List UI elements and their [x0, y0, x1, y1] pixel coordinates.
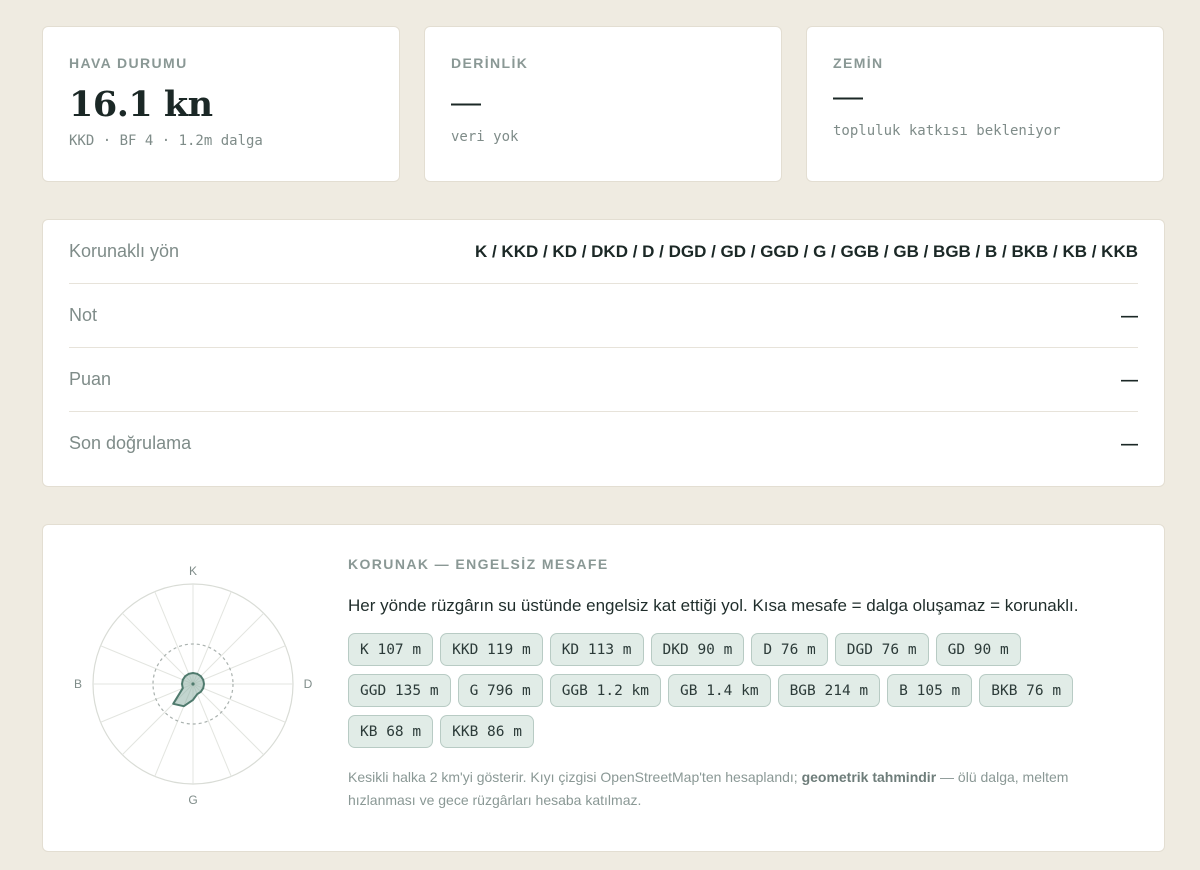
rose-spoke: [121, 612, 194, 685]
detail-row-score: Puan —: [69, 348, 1138, 412]
distance-chip-g: G 796 m: [457, 674, 543, 707]
distance-chip-ggd: GGD 135 m: [348, 674, 451, 707]
distance-chip-dgd: DGD 76 m: [834, 633, 929, 666]
detail-label: Puan: [69, 369, 112, 389]
compass-label-n: K: [189, 564, 197, 578]
distance-chip-d: D 76 m: [751, 633, 828, 666]
distance-chip-kkd: KKD 119 m: [440, 633, 543, 666]
distance-chip-k: K 107 m: [348, 633, 434, 666]
weather-value: 16.1 kn: [69, 84, 213, 125]
ground-value: —: [833, 80, 863, 113]
distance-chip-kd: KD 113 m: [549, 633, 644, 666]
detail-value: —: [1121, 433, 1138, 453]
distance-chip-kkb: KKB 86 m: [440, 715, 534, 748]
ground-sub: topluluk katkısı bekleniyor: [833, 123, 1061, 139]
detail-row-last-verified: Son doğrulama —: [69, 412, 1138, 475]
detail-label: Not: [69, 305, 98, 325]
detail-row-note: Not —: [69, 284, 1138, 348]
distance-chip-bkb: BKB 76 m: [979, 674, 1074, 707]
depth-card: DERİNLİK — veri yok: [424, 26, 782, 182]
distance-chip-kb: KB 68 m: [348, 715, 434, 748]
detail-value: —: [1121, 369, 1138, 389]
rose-spoke: [192, 612, 265, 685]
detail-value: —: [1121, 305, 1138, 325]
depth-sub: veri yok: [451, 129, 519, 145]
distance-chip-gb: GB 1.4 km: [668, 674, 771, 707]
shelter-description: Her yönde rüzgârın su üstünde engelsiz k…: [348, 596, 1079, 615]
distance-chip-b: B 105 m: [887, 674, 973, 707]
compass-label-s: G: [188, 793, 197, 807]
rose-spoke: [192, 683, 265, 756]
weather-card: HAVA DURUMU 16.1 kn KKD · BF 4 · 1.2m da…: [42, 26, 400, 182]
compass-label-w: B: [74, 677, 82, 691]
weather-label: HAVA DURUMU: [69, 55, 188, 71]
distance-chip-ggb: GGB 1.2 km: [549, 674, 661, 707]
details-card: Korunaklı yön K / KKD / KD / DKD / D / D…: [42, 219, 1165, 487]
weather-sub: KKD · BF 4 · 1.2m dalga: [69, 133, 263, 149]
shelter-card: K G D B KORUNAK — ENGELSİZ MESAFE Her yönde…: [42, 524, 1165, 852]
detail-row-protected-direction: Korunaklı yön K / KKD / KD / DKD / D / D…: [69, 220, 1138, 284]
rose-center-dot: [191, 682, 195, 686]
shelter-title: KORUNAK — ENGELSİZ MESAFE: [348, 556, 609, 572]
distance-chip-gd: GD 90 m: [935, 633, 1021, 666]
detail-label: Son doğrulama: [69, 433, 192, 453]
depth-label: DERİNLİK: [451, 55, 529, 71]
detail-value: K / KKD / KD / DKD / D / DGD / GD / GGD …: [474, 241, 1138, 261]
shelter-footnote: Kesikli halka 2 km'yi gösterir. Kıyı çiz…: [348, 766, 1128, 812]
distance-chip-dkd: DKD 90 m: [650, 633, 745, 666]
ground-card: ZEMİN — topluluk katkısı bekleniyor: [806, 26, 1164, 182]
ground-label: ZEMİN: [833, 55, 884, 71]
shelter-compass-rose: K G D B: [74, 564, 313, 807]
distance-chip-list: K 107 m KKD 119 m KD 113 m DKD 90 mD 76 m DG…: [348, 633, 1128, 748]
distance-chip-bgb: BGB 214 m: [777, 674, 881, 707]
footnote-emphasis: geometrik tahmindir: [801, 769, 937, 785]
detail-label: Korunaklı yön: [69, 241, 180, 261]
depth-value: —: [451, 86, 481, 119]
footnote-text: Kesikli halka 2 km'yi gösterir. Kıyı çiz…: [348, 769, 802, 785]
compass-label-e: D: [304, 677, 313, 691]
